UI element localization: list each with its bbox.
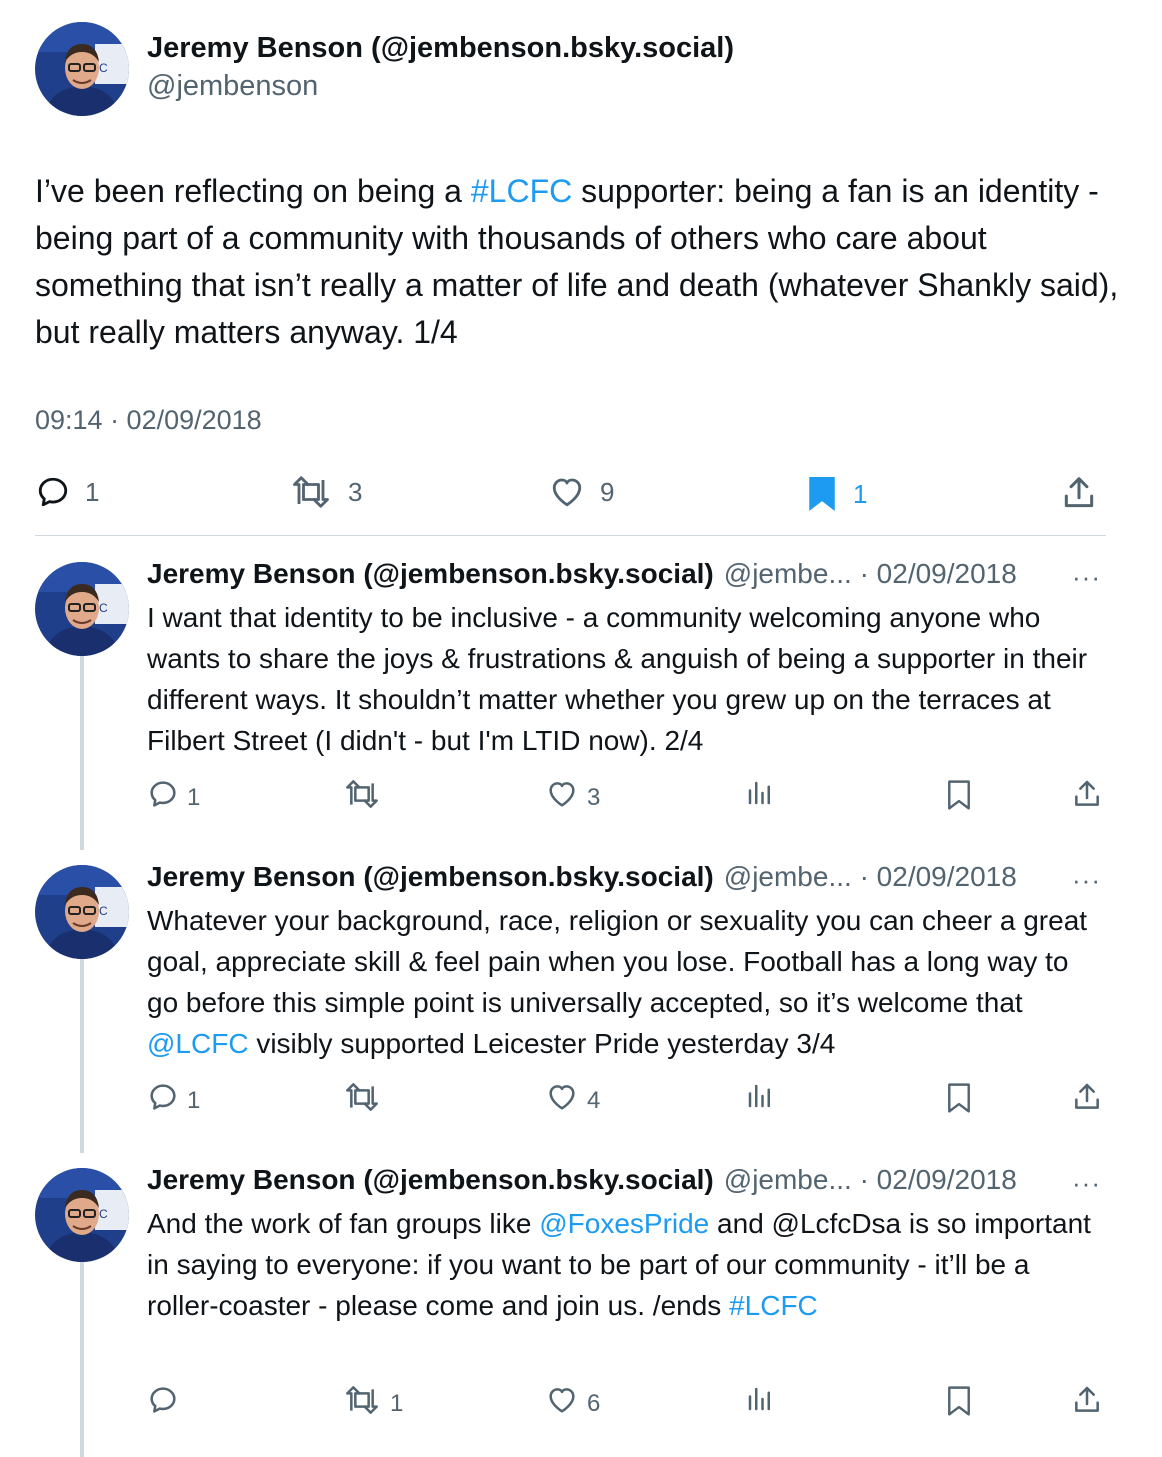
repost-icon: [288, 474, 334, 510]
views-button[interactable]: [745, 778, 775, 815]
like-count: 3: [587, 783, 601, 811]
reply-button[interactable]: [147, 1384, 179, 1423]
reply-button[interactable]: 1: [147, 1081, 200, 1120]
share-button[interactable]: [1071, 778, 1103, 817]
bookmark-button[interactable]: [944, 1384, 974, 1425]
reply-header: Jeremy Benson (@jembenson.bsky.social) @…: [147, 558, 1017, 590]
tweet-text: And the work of fan groups like @FoxesPr…: [147, 1203, 1097, 1326]
like-count: 9: [600, 476, 615, 507]
like-count: 4: [587, 1086, 601, 1114]
tweet-text: I’ve been reflecting on being a #LCFC su…: [35, 168, 1125, 356]
avatar[interactable]: C: [35, 1168, 129, 1262]
bookmark-button[interactable]: [944, 1081, 974, 1122]
handle-date[interactable]: @jembe... · 02/09/2018: [724, 861, 1017, 893]
author-name[interactable]: Jeremy Benson (@jembenson.bsky.social): [147, 861, 714, 893]
reply-icon: [147, 1384, 179, 1423]
tweet-text: I want that identity to be inclusive - a…: [147, 597, 1097, 761]
more-icon[interactable]: ···: [1072, 865, 1101, 896]
share-button[interactable]: [1071, 1384, 1103, 1423]
share-icon: [1071, 1384, 1103, 1423]
like-icon: [548, 474, 586, 510]
bookmark-icon: [944, 778, 974, 819]
reply-count: 1: [187, 783, 201, 811]
repost-icon: [342, 778, 382, 817]
reply-icon: [35, 474, 71, 510]
views-icon: [745, 1081, 775, 1118]
share-icon: [1071, 1081, 1103, 1120]
like-button[interactable]: 6: [545, 1384, 600, 1423]
views-button[interactable]: [745, 1081, 775, 1118]
reply-button[interactable]: 1: [147, 778, 200, 817]
like-icon: [545, 1384, 579, 1423]
like-button[interactable]: 4: [545, 1081, 600, 1120]
text-segment: I want that identity to be inclusive - a…: [147, 602, 1088, 756]
bookmark-icon: [944, 1384, 974, 1425]
more-icon[interactable]: ···: [1072, 1168, 1101, 1199]
link[interactable]: #LCFC: [729, 1290, 818, 1321]
share-button[interactable]: [1071, 1081, 1103, 1120]
author-name[interactable]: Jeremy Benson (@jembenson.bsky.social): [147, 558, 714, 590]
divider: [35, 535, 1106, 536]
tweet-timestamp[interactable]: 09:14 · 02/09/2018: [35, 405, 262, 436]
svg-text:C: C: [99, 1207, 108, 1221]
share-button[interactable]: [1060, 474, 1098, 512]
reply-header: Jeremy Benson (@jembenson.bsky.social) @…: [147, 1164, 1017, 1196]
repost-button[interactable]: 1: [342, 1384, 403, 1423]
author-handle[interactable]: @jembenson: [147, 70, 318, 103]
author-name[interactable]: Jeremy Benson (@jembenson.bsky.social): [147, 1164, 714, 1196]
share-icon: [1060, 474, 1098, 512]
repost-icon: [342, 1081, 382, 1120]
views-icon: [745, 1384, 775, 1421]
svg-text:C: C: [99, 601, 108, 615]
handle-date[interactable]: @jembe... · 02/09/2018: [724, 1164, 1017, 1196]
like-button[interactable]: 3: [545, 778, 600, 817]
link[interactable]: @LCFC: [147, 1028, 249, 1059]
reply-icon: [147, 778, 179, 817]
text-segment: And the work of fan groups like: [147, 1208, 540, 1239]
reply-count: 1: [85, 476, 100, 507]
avatar[interactable]: C: [35, 865, 129, 959]
svg-text:C: C: [99, 61, 108, 75]
more-icon[interactable]: ···: [1072, 562, 1101, 593]
repost-button[interactable]: 3: [288, 474, 362, 510]
svg-text:C: C: [99, 904, 108, 918]
link[interactable]: #LCFC: [471, 173, 572, 209]
handle-date[interactable]: @jembe... · 02/09/2018: [724, 558, 1017, 590]
repost-count: 1: [390, 1389, 404, 1417]
like-count: 6: [587, 1389, 601, 1417]
text-segment: I’ve been reflecting on being a: [35, 173, 471, 209]
reply-header: Jeremy Benson (@jembenson.bsky.social) @…: [147, 861, 1017, 893]
thread-line: [80, 953, 84, 1153]
share-icon: [1071, 778, 1103, 817]
tweet-text: Whatever your background, race, religion…: [147, 900, 1097, 1064]
views-button[interactable]: [745, 1384, 775, 1421]
bookmark-button[interactable]: 1: [805, 474, 867, 514]
bookmark-button[interactable]: [944, 778, 974, 819]
reply-icon: [147, 1081, 179, 1120]
avatar[interactable]: C: [35, 562, 129, 656]
bookmark-icon: [944, 1081, 974, 1122]
text-segment: visibly supported Leicester Pride yester…: [248, 1028, 836, 1059]
text-segment: Whatever your background, race, religion…: [147, 905, 1088, 1018]
avatar[interactable]: C: [35, 22, 129, 116]
link[interactable]: @FoxesPride: [539, 1208, 709, 1239]
views-icon: [745, 778, 775, 815]
thread-line: [80, 1256, 84, 1457]
reply-button[interactable]: 1: [35, 474, 99, 510]
repost-button[interactable]: [342, 778, 382, 817]
like-icon: [545, 1081, 579, 1120]
repost-button[interactable]: [342, 1081, 382, 1120]
bookmark-icon: [805, 474, 839, 514]
thread-line: [80, 650, 84, 850]
like-icon: [545, 778, 579, 817]
bookmark-count: 1: [853, 478, 868, 509]
repost-count: 3: [348, 476, 363, 507]
author-name[interactable]: Jeremy Benson (@jembenson.bsky.social): [147, 32, 734, 65]
like-button[interactable]: 9: [548, 474, 614, 510]
reply-count: 1: [187, 1086, 201, 1114]
repost-icon: [342, 1384, 382, 1423]
